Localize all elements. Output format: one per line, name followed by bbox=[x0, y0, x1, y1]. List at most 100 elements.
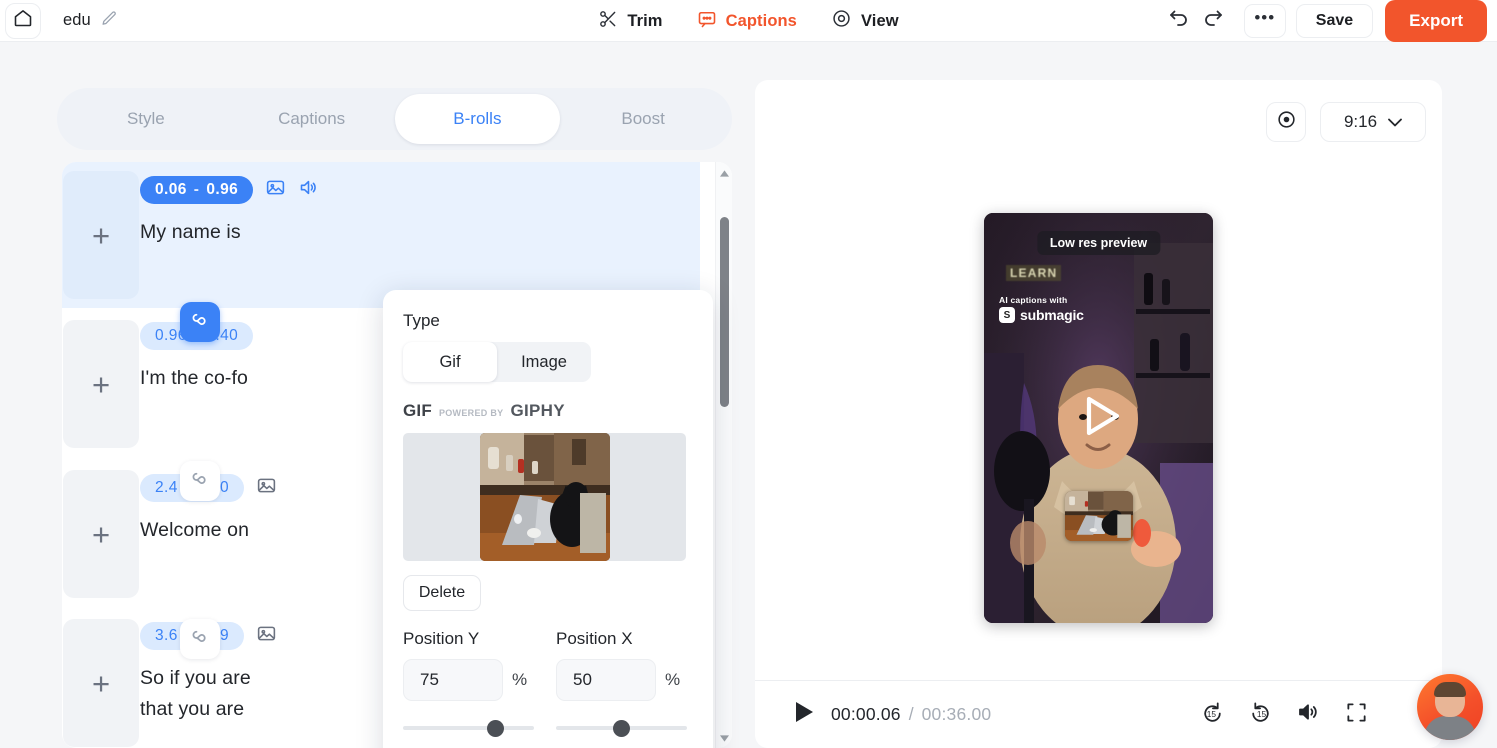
tab-boost[interactable]: Boost bbox=[560, 94, 726, 144]
rename-project-button[interactable] bbox=[100, 10, 120, 32]
sound-icon[interactable] bbox=[298, 177, 319, 203]
time-start: 3.6 bbox=[155, 627, 178, 644]
position-x-input[interactable]: 50 bbox=[556, 659, 656, 701]
broll-settings-popup: Type Gif Image GIF POWERED BY GIPHY Dele… bbox=[383, 290, 713, 748]
undo-button[interactable] bbox=[1162, 4, 1196, 38]
submagic-brand-label: submagic bbox=[1020, 307, 1084, 323]
home-button[interactable] bbox=[5, 2, 41, 39]
player-buttons: 15 15 bbox=[1198, 701, 1442, 729]
caret-up-icon bbox=[720, 164, 729, 182]
forward-15-icon: 15 bbox=[1248, 700, 1273, 730]
position-x-label: Position X bbox=[556, 629, 633, 648]
slider-track bbox=[403, 726, 534, 730]
slider-knob[interactable] bbox=[613, 720, 630, 737]
scroll-up-button[interactable] bbox=[716, 164, 732, 181]
add-broll-button[interactable]: + bbox=[63, 470, 139, 598]
home-icon bbox=[13, 8, 33, 33]
redo-icon bbox=[1201, 7, 1225, 36]
gif-label: GIF bbox=[403, 401, 432, 420]
image-icon[interactable] bbox=[256, 623, 277, 649]
avatar-body bbox=[1424, 716, 1476, 740]
image-icon[interactable] bbox=[256, 475, 277, 501]
scissors-icon bbox=[598, 9, 618, 34]
position-x-control: Position X 50 % bbox=[556, 629, 687, 739]
infinity-icon bbox=[189, 309, 211, 336]
tab-captions[interactable]: Captions bbox=[229, 94, 395, 144]
panel-tabs: Style Captions B-rolls Boost bbox=[57, 88, 732, 150]
avatar-hair bbox=[1434, 681, 1466, 697]
add-broll-button[interactable]: + bbox=[63, 320, 139, 448]
plus-icon: + bbox=[91, 366, 111, 402]
time-dash: - bbox=[193, 181, 200, 198]
caption-text[interactable]: My name is bbox=[140, 217, 610, 248]
giphy-brand-label: GIPHY bbox=[510, 401, 565, 420]
position-y-input[interactable]: 75 bbox=[403, 659, 503, 701]
tool-trim[interactable]: Trim bbox=[598, 9, 662, 34]
svg-text:15: 15 bbox=[1206, 709, 1216, 719]
tool-trim-label: Trim bbox=[627, 11, 663, 30]
preview-panel: 9:16 Low res preview LEARN AI captions w… bbox=[755, 80, 1442, 748]
caption-meta: 0.06 - 0.96 bbox=[140, 176, 686, 204]
pencil-icon bbox=[101, 10, 118, 32]
scroll-down-button[interactable] bbox=[716, 729, 732, 746]
project-name: edu bbox=[63, 11, 91, 29]
scrollbar-thumb[interactable] bbox=[720, 217, 729, 407]
delete-broll-button[interactable]: Delete bbox=[403, 575, 481, 611]
tab-style[interactable]: Style bbox=[63, 94, 229, 144]
play-button[interactable] bbox=[791, 702, 817, 728]
image-icon[interactable] bbox=[265, 177, 286, 203]
position-y-unit: % bbox=[512, 670, 528, 689]
type-label: Type bbox=[403, 311, 440, 330]
play-overlay-button[interactable] bbox=[1072, 391, 1126, 445]
left-panel: Style Captions B-rolls Boost + 0.06 - 0.… bbox=[57, 88, 732, 748]
gif-preview-box[interactable] bbox=[403, 433, 686, 561]
caret-down-icon bbox=[720, 729, 729, 747]
support-avatar[interactable] bbox=[1417, 674, 1483, 740]
gif-source-header: GIF POWERED BY GIPHY bbox=[403, 401, 693, 421]
add-broll-button[interactable]: + bbox=[63, 171, 139, 299]
save-button[interactable]: Save bbox=[1295, 4, 1374, 38]
time-end: 0.96 bbox=[206, 181, 239, 198]
add-broll-button[interactable]: + bbox=[63, 619, 139, 747]
list-scrollbar[interactable] bbox=[715, 162, 732, 748]
infinity-icon bbox=[189, 468, 211, 495]
position-y-slider[interactable] bbox=[403, 717, 534, 739]
link-segments-button[interactable] bbox=[180, 619, 220, 659]
forward-15-button[interactable]: 15 bbox=[1246, 701, 1274, 729]
gif-powered-label: POWERED BY bbox=[438, 408, 504, 418]
video-preview[interactable]: Low res preview LEARN AI captions with S… bbox=[984, 213, 1213, 623]
submagic-logo-icon: S bbox=[999, 307, 1015, 323]
add-broll-cell: + bbox=[62, 460, 140, 608]
fullscreen-button[interactable] bbox=[1342, 701, 1370, 729]
plus-icon: + bbox=[91, 665, 111, 701]
current-time: 00:00.06 bbox=[831, 704, 901, 724]
table-row[interactable]: + 0.06 - 0.96 My name is bbox=[62, 162, 700, 308]
broll-overlay[interactable] bbox=[1064, 491, 1133, 541]
submagic-watermark: S submagic bbox=[999, 307, 1084, 323]
tool-captions[interactable]: Captions bbox=[697, 9, 797, 34]
caption-body: 0.06 - 0.96 My name is bbox=[140, 162, 686, 308]
add-broll-cell: + bbox=[62, 308, 140, 460]
redo-button[interactable] bbox=[1196, 4, 1230, 38]
position-x-row: 50 % bbox=[556, 659, 687, 701]
type-option-gif[interactable]: Gif bbox=[403, 342, 497, 382]
rewind-15-button[interactable]: 15 bbox=[1198, 701, 1226, 729]
app-header: edu Trim Captions View ••• Save Export bbox=[0, 0, 1497, 42]
type-option-image[interactable]: Image bbox=[497, 342, 591, 382]
volume-button[interactable] bbox=[1294, 701, 1322, 729]
tab-brolls[interactable]: B-rolls bbox=[394, 94, 561, 144]
export-button[interactable]: Export bbox=[1385, 0, 1487, 42]
tool-view[interactable]: View bbox=[831, 8, 899, 34]
time-start: 0.06 bbox=[155, 181, 187, 198]
plus-icon: + bbox=[91, 516, 111, 552]
slider-knob[interactable] bbox=[487, 720, 504, 737]
tool-captions-label: Captions bbox=[725, 11, 797, 30]
infinity-icon bbox=[189, 626, 211, 653]
position-y-control: Position Y 75 % bbox=[403, 629, 534, 739]
link-segments-button[interactable] bbox=[180, 302, 220, 342]
time-range-badge[interactable]: 0.06 - 0.96 bbox=[140, 176, 254, 204]
link-segments-button[interactable] bbox=[180, 461, 220, 501]
position-x-slider[interactable] bbox=[556, 717, 687, 739]
more-options-button[interactable]: ••• bbox=[1243, 4, 1286, 38]
captions-icon bbox=[697, 9, 717, 34]
